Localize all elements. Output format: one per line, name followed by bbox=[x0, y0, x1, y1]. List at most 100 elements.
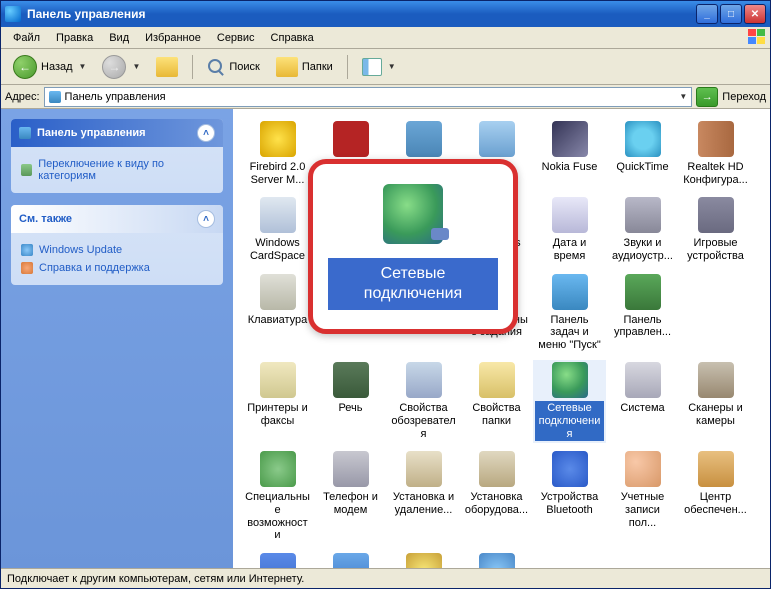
cpl-item-datetime[interactable]: Дата и время bbox=[533, 195, 606, 265]
sound-icon bbox=[625, 197, 661, 233]
item-label: Свойства папки bbox=[462, 401, 531, 428]
minimize-button[interactable]: _ bbox=[696, 4, 718, 24]
window: Панель управления _ □ ✕ Файл Правка Вид … bbox=[0, 0, 771, 589]
fonts-icon bbox=[260, 553, 296, 568]
bluetooth-icon bbox=[552, 451, 588, 487]
app-icon bbox=[5, 6, 21, 22]
menu-tools[interactable]: Сервис bbox=[209, 30, 263, 46]
cpl-item-sound[interactable]: Звуки и аудиоустр... bbox=[606, 195, 679, 265]
chevron-down-icon[interactable]: ▼ bbox=[79, 62, 87, 71]
cpl-item-nokiafuse[interactable]: Nokia Fuse bbox=[533, 119, 606, 189]
network-connections-icon bbox=[383, 184, 443, 244]
cpl-item-phone[interactable]: Телефон и модем bbox=[314, 449, 387, 545]
address-label: Адрес: bbox=[5, 91, 40, 103]
cpl-item-regional[interactable]: Язык и регионал... bbox=[460, 551, 533, 568]
cpanel-icon bbox=[625, 274, 661, 310]
item-label: Свойства обозревателя bbox=[389, 401, 458, 441]
maximize-button[interactable]: □ bbox=[720, 4, 742, 24]
side-box-header[interactable]: См. также ˄ bbox=[11, 205, 223, 233]
folders-button[interactable]: Папки bbox=[270, 53, 339, 81]
cpl-item-fonts[interactable]: Шрифты bbox=[241, 551, 314, 568]
callout-highlight: Сетевые подключения bbox=[308, 159, 518, 334]
cpl-item-cpanel[interactable]: Панель управлен... bbox=[606, 272, 679, 355]
cpl-item-intopt[interactable]: Свойства обозревателя bbox=[387, 360, 460, 443]
help-support-link[interactable]: Справка и поддержка bbox=[21, 259, 213, 277]
datetime-icon bbox=[552, 197, 588, 233]
folderopt-icon bbox=[479, 362, 515, 398]
item-label: Учетные записи пол... bbox=[608, 490, 677, 530]
cpl-item-bluetooth[interactable]: Устройства Bluetooth bbox=[533, 449, 606, 545]
status-text: Подключает к другим компьютерам, сетям и… bbox=[7, 573, 304, 585]
switch-view-label: Переключение к виду по категориям bbox=[38, 158, 213, 182]
switch-view-icon bbox=[21, 164, 32, 176]
cpl-item-hardware[interactable]: Установка оборудова... bbox=[460, 449, 533, 545]
cpl-item-power[interactable]: Электропи... bbox=[387, 551, 460, 568]
cpl-item-cardspace[interactable]: Windows CardSpace bbox=[241, 195, 314, 265]
item-label: Устройства Bluetooth bbox=[535, 490, 604, 517]
back-arrow-icon: ← bbox=[13, 55, 37, 79]
cpl-item-quicktime[interactable]: QuickTime bbox=[606, 119, 679, 189]
cpl-item-addremove[interactable]: Установка и удаление... bbox=[387, 449, 460, 545]
side-panel: Панель управления ˄ Переключение к виду … bbox=[1, 109, 233, 568]
views-button[interactable]: ▼ bbox=[356, 54, 402, 80]
address-field[interactable]: Панель управления ▼ bbox=[44, 87, 693, 107]
scanners-icon bbox=[698, 362, 734, 398]
cpl-item-firebird[interactable]: Firebird 2.0 Server M... bbox=[241, 119, 314, 189]
chevron-down-icon[interactable]: ▼ bbox=[388, 62, 396, 71]
cpl-item-access[interactable]: Специальные возможности bbox=[241, 449, 314, 545]
toolbar: ← Назад ▼ → ▼ Поиск Папки ▼ bbox=[1, 49, 770, 85]
cpl-item-users[interactable]: Учетные записи пол... bbox=[606, 449, 679, 545]
hardware-icon bbox=[479, 451, 515, 487]
item-label: Клавиатура bbox=[246, 313, 310, 328]
folder-icon bbox=[276, 57, 298, 77]
item-label: Nokia Fuse bbox=[540, 160, 600, 175]
chevron-down-icon[interactable]: ▼ bbox=[679, 92, 687, 101]
cpl-item-gamectrl[interactable]: Игровые устройства bbox=[679, 195, 752, 265]
menu-favorites[interactable]: Избранное bbox=[137, 30, 209, 46]
chevron-down-icon[interactable]: ▼ bbox=[132, 62, 140, 71]
titlebar[interactable]: Панель управления _ □ ✕ bbox=[1, 1, 770, 27]
cpl-item-network[interactable]: Сетевые подключения bbox=[533, 360, 606, 443]
item-label: Дата и время bbox=[535, 236, 604, 263]
security-icon bbox=[698, 451, 734, 487]
search-icon bbox=[207, 58, 225, 76]
collapse-icon[interactable]: ˄ bbox=[197, 210, 215, 228]
up-button[interactable] bbox=[150, 53, 184, 81]
switch-category-view-link[interactable]: Переключение к виду по категориям bbox=[21, 155, 213, 185]
menu-view[interactable]: Вид bbox=[101, 30, 137, 46]
content-area[interactable]: Firebird 2.0 Server M...Flash PlayerJava… bbox=[233, 109, 770, 568]
cpl-item-scanners[interactable]: Сканеры и камеры bbox=[679, 360, 752, 443]
intopt-icon bbox=[406, 362, 442, 398]
collapse-icon[interactable]: ˄ bbox=[197, 124, 215, 142]
windows-flag-icon bbox=[748, 29, 766, 45]
wu-label: Windows Update bbox=[39, 244, 122, 256]
speech-icon bbox=[333, 362, 369, 398]
forward-arrow-icon: → bbox=[102, 55, 126, 79]
cpl-item-realtek[interactable]: Realtek HD Конфигура... bbox=[679, 119, 752, 189]
back-button[interactable]: ← Назад ▼ bbox=[7, 51, 92, 83]
access-icon bbox=[260, 451, 296, 487]
go-button[interactable]: → bbox=[696, 87, 718, 107]
menu-edit[interactable]: Правка bbox=[48, 30, 101, 46]
close-button[interactable]: ✕ bbox=[744, 4, 766, 24]
menu-file[interactable]: Файл bbox=[5, 30, 48, 46]
cpl-item-taskbar[interactable]: Панель задач и меню "Пуск" bbox=[533, 272, 606, 355]
cpl-item-folderopt[interactable]: Свойства папки bbox=[460, 360, 533, 443]
callout-label: Сетевые подключения bbox=[328, 258, 498, 310]
windows-update-link[interactable]: Windows Update bbox=[21, 241, 213, 259]
item-label: QuickTime bbox=[614, 160, 670, 175]
cpl-item-speech[interactable]: Речь bbox=[314, 360, 387, 443]
cpl-item-keyboard[interactable]: Клавиатура bbox=[241, 272, 314, 355]
side-box-header[interactable]: Панель управления ˄ bbox=[11, 119, 223, 147]
cpl-item-security[interactable]: Центр обеспечен... bbox=[679, 449, 752, 545]
cpl-item-printers[interactable]: Принтеры и факсы bbox=[241, 360, 314, 443]
item-label: Звуки и аудиоустр... bbox=[608, 236, 677, 263]
cpl-item-display[interactable]: Экран bbox=[314, 551, 387, 568]
forward-button[interactable]: → ▼ bbox=[96, 51, 146, 83]
search-button[interactable]: Поиск bbox=[201, 54, 265, 80]
system-icon bbox=[625, 362, 661, 398]
cardspace-icon bbox=[260, 197, 296, 233]
cpl-item-system[interactable]: Система bbox=[606, 360, 679, 443]
menu-help[interactable]: Справка bbox=[263, 30, 322, 46]
regional-icon bbox=[479, 553, 515, 568]
